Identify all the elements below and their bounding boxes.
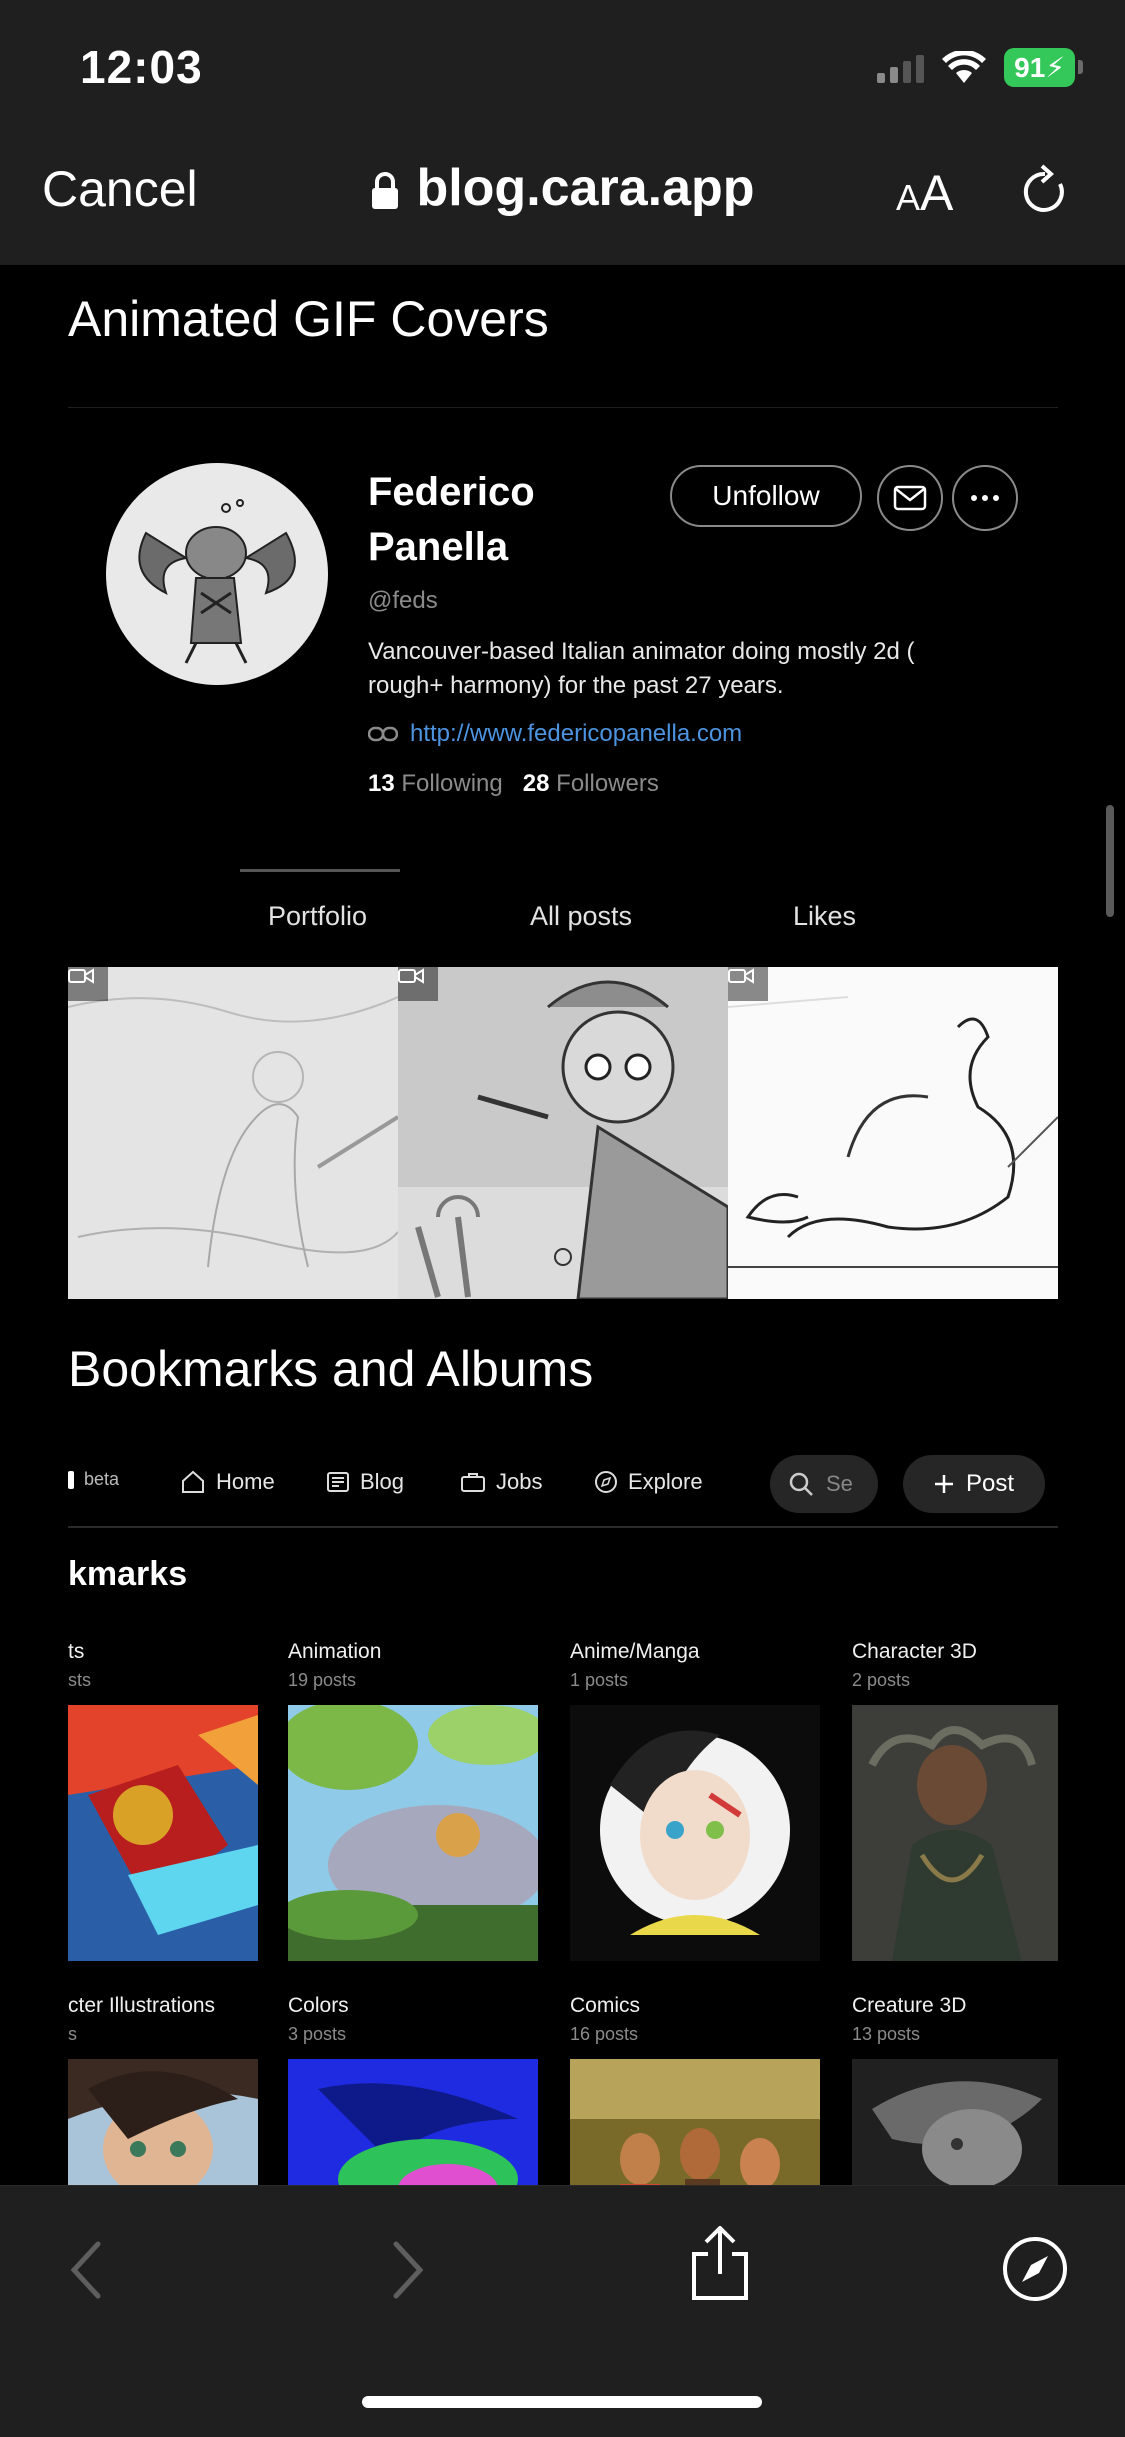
video-icon [728,967,768,1001]
follow-stats: 13 Following 28 Followers [368,770,659,797]
section-title-gif-covers: Animated GIF Covers [68,291,549,347]
album-thumbnail [852,2059,1058,2185]
divider [68,407,1058,408]
portfolio-item[interactable] [68,967,398,1299]
more-options-button[interactable] [952,465,1018,531]
album-thumbnail [570,2059,820,2185]
search-icon [789,1472,813,1496]
album-card[interactable]: cter Illustrations s [0,1994,258,2185]
plus-icon [934,1475,953,1493]
lock-icon [372,172,399,210]
profile-name: Federico Panella [368,470,535,569]
album-card[interactable]: Comics 16 posts [570,1994,820,2185]
profile-website-link[interactable]: http://www.federicopanella.com [368,720,742,748]
compass-icon [595,1471,617,1493]
album-thumbnail [68,2059,258,2185]
album-card[interactable]: ts sts [0,1640,258,1961]
status-bar: 12:03 91⚡ [0,0,1125,130]
tab-portfolio[interactable]: Portfolio [268,901,367,932]
cara-search-input[interactable]: Se [770,1455,878,1513]
compass-icon[interactable] [1002,2236,1068,2302]
reload-icon[interactable] [1018,162,1072,220]
post-button[interactable]: Post [903,1455,1045,1513]
video-icon [398,967,438,1001]
home-icon [182,1470,204,1493]
section-title-bookmarks: Bookmarks and Albums [68,1341,594,1397]
home-indicator[interactable] [362,2396,762,2408]
bookmarks-heading: kmarks [68,1555,188,1593]
message-button[interactable] [877,465,943,531]
forward-icon[interactable] [390,2240,426,2300]
link-icon [368,726,398,742]
more-icon [971,495,999,501]
battery-level: 91 [1014,52,1046,83]
nav-explore[interactable]: Explore [594,1469,703,1495]
briefcase-icon [461,1473,485,1492]
back-icon[interactable] [68,2240,104,2300]
active-tab-indicator [240,869,400,872]
scroll-indicator[interactable] [1106,805,1114,917]
website-url: http://www.federicopanella.com [410,720,743,747]
nav-jobs[interactable]: Jobs [460,1469,542,1495]
wifi-icon [942,50,987,83]
portfolio-item[interactable] [728,967,1058,1299]
nav-home[interactable]: Home [180,1469,275,1495]
album-thumbnail [852,1705,1058,1961]
mail-icon [893,485,927,511]
address-bar[interactable]: blog.cara.app [0,158,1125,218]
nav-blog[interactable]: Blog [326,1469,404,1495]
clock: 12:03 [80,41,203,93]
album-thumbnail [570,1705,820,1961]
tab-likes[interactable]: Likes [793,901,856,932]
newspaper-icon [327,1472,349,1492]
avatar [106,463,328,685]
profile-bio: Vancouver-based Italian animator doing m… [368,638,915,699]
video-icon [68,967,108,1001]
beta-label: beta [68,1469,119,1490]
album-card[interactable]: Colors 3 posts [288,1994,538,2185]
album-card[interactable]: Anime/Manga 1 posts [570,1640,820,1961]
portfolio-grid [68,967,1058,1299]
album-thumbnail [288,2059,538,2185]
cellular-signal-icon [877,53,925,83]
browser-toolbar: Cancel blog.cara.app AA [0,130,1125,266]
url-text: blog.cara.app [416,159,755,217]
album-card[interactable]: Animation 19 posts [288,1640,538,1961]
share-icon[interactable] [688,2226,752,2302]
album-card[interactable]: Character 3D 2 posts [852,1640,1058,1961]
unfollow-button[interactable]: Unfollow [670,465,862,527]
album-card[interactable]: Creature 3D 13 posts [852,1994,1058,2185]
text-size-button[interactable]: AA [896,164,953,222]
web-content: Animated GIF Covers Federico Panella @fe… [0,265,1125,2185]
profile-handle: @feds [368,587,438,614]
portfolio-item[interactable] [398,967,728,1299]
battery-icon: 91⚡ [1004,48,1083,87]
status-icons: 91⚡ [877,48,1083,87]
album-thumbnail [288,1705,538,1961]
divider [68,1526,1058,1528]
tab-all-posts[interactable]: All posts [530,901,632,932]
album-thumbnail [68,1705,258,1961]
